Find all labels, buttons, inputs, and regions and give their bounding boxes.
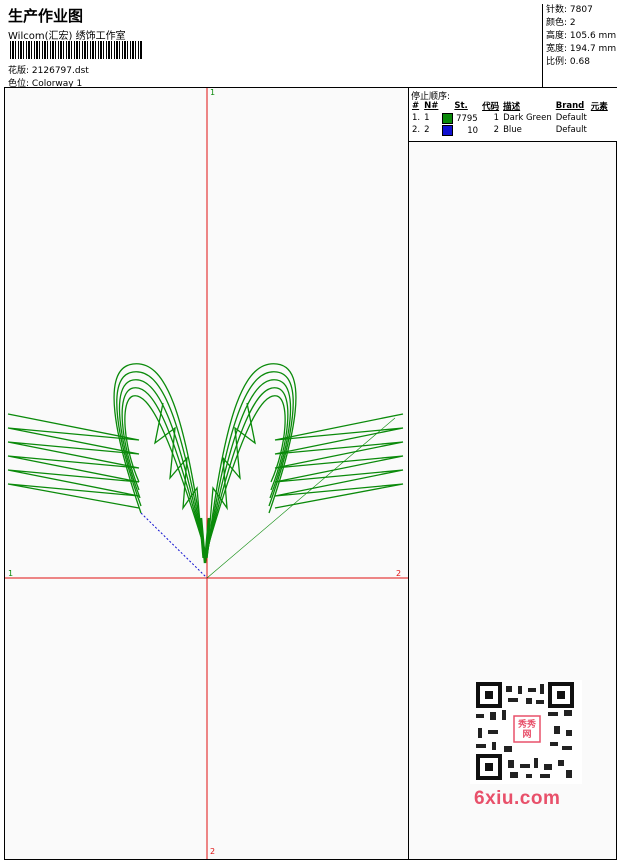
company-name: Wilcom(汇宏) 绣饰工作室 <box>8 31 126 42</box>
color-count-label: 颜色: <box>546 18 568 28</box>
left-inner-zigzag <box>154 402 204 559</box>
design-info-panel: 针数: 7807 颜色: 2 高度: 105.6 mm 宽度: 194.7 mm… <box>543 4 617 88</box>
col-index: # <box>412 101 420 111</box>
design-canvas[interactable]: 1 2 1 2 <box>5 88 409 859</box>
stop-table-header: # N# St. 代码 描述 Brand 元素 <box>410 100 610 112</box>
row-description: Blue <box>503 125 522 135</box>
row-code: 2 <box>493 125 500 135</box>
page-title: 生产作业图 <box>8 7 84 25</box>
row-element <box>589 112 610 124</box>
col-brand: Brand <box>555 101 585 111</box>
color-swatch-icon <box>442 112 454 124</box>
axis-top-label: 1 <box>210 88 216 97</box>
row-code: 1 <box>493 113 500 123</box>
design-name: 2126797.dst <box>31 66 89 76</box>
green-jump-stitch <box>206 417 396 579</box>
stitch-count-label: 针数: <box>546 5 568 15</box>
width-row: 宽度: 194.7 mm <box>543 43 617 56</box>
embroidery-design-svg <box>5 88 408 859</box>
color-count-row: 颜色: 2 <box>543 17 617 30</box>
row-stitch-cell: 7795 <box>440 112 480 124</box>
row-description: Dark Green <box>503 113 552 123</box>
scale-value: 0.68 <box>569 57 590 67</box>
row-brand: Default <box>555 113 587 123</box>
width-value: 194.7 mm <box>569 44 617 54</box>
axis-bottom-label: 2 <box>210 847 216 856</box>
right-wing-stripes <box>274 413 404 509</box>
col-number: N# <box>424 101 439 111</box>
row-brand: Default <box>555 125 587 135</box>
color-swatch-icon <box>442 124 454 136</box>
stitch-count-value: 7807 <box>569 5 593 15</box>
row-stitches: 7795 <box>456 113 478 124</box>
right-inner-zigzag <box>206 402 256 559</box>
table-row[interactable]: 2. 2 10 2 Blue Default <box>410 124 610 136</box>
color-count-value: 2 <box>569 18 576 28</box>
axis-left-label: 1 <box>8 569 14 578</box>
row-element <box>589 124 610 136</box>
row-stitches: 10 <box>467 125 479 136</box>
site-logo[interactable]: 6xiu.com <box>474 788 560 810</box>
row-index: 2. <box>412 125 421 135</box>
barcode-icon <box>10 41 142 59</box>
header-panel: 生产作业图 Wilcom(汇宏) 绣饰工作室 花版: 2126797.dst 色… <box>4 4 543 89</box>
qr-code-icon: 秀秀网 <box>470 680 582 784</box>
design-name-row: 花版: 2126797.dst <box>8 63 89 76</box>
stitch-count-row: 针数: 7807 <box>543 4 617 17</box>
table-row[interactable]: 1. 1 7795 1 Dark Green Default <box>410 112 610 124</box>
right-loop-5 <box>206 395 286 551</box>
stop-sequence-table: # N# St. 代码 描述 Brand 元素 1. 1 7795 1 Dark… <box>410 100 610 136</box>
design-label: 花版: <box>8 66 30 76</box>
stop-sequence-panel: 停止顺序: # N# St. 代码 描述 Brand 元素 1. 1 7795 … <box>409 88 617 142</box>
col-stitches: St. <box>454 101 468 111</box>
scale-label: 比例: <box>546 57 568 67</box>
row-stitch-cell: 10 <box>440 124 480 136</box>
col-description: 描述 <box>503 102 521 112</box>
height-row: 高度: 105.6 mm <box>543 30 617 43</box>
row-number: 2 <box>424 125 430 135</box>
col-code: 代码 <box>482 102 500 112</box>
row-index: 1. <box>412 113 421 123</box>
embroidery-design <box>7 363 404 564</box>
height-value: 105.6 mm <box>569 31 617 41</box>
qr-seal: 秀秀网 <box>517 720 536 740</box>
row-number: 1 <box>424 113 430 123</box>
left-loop-5 <box>124 395 206 551</box>
height-label: 高度: <box>546 31 568 41</box>
width-label: 宽度: <box>546 44 568 54</box>
scale-row: 比例: 0.68 <box>543 56 617 69</box>
col-element: 元素 <box>590 102 608 112</box>
axis-right-label: 2 <box>396 569 402 578</box>
